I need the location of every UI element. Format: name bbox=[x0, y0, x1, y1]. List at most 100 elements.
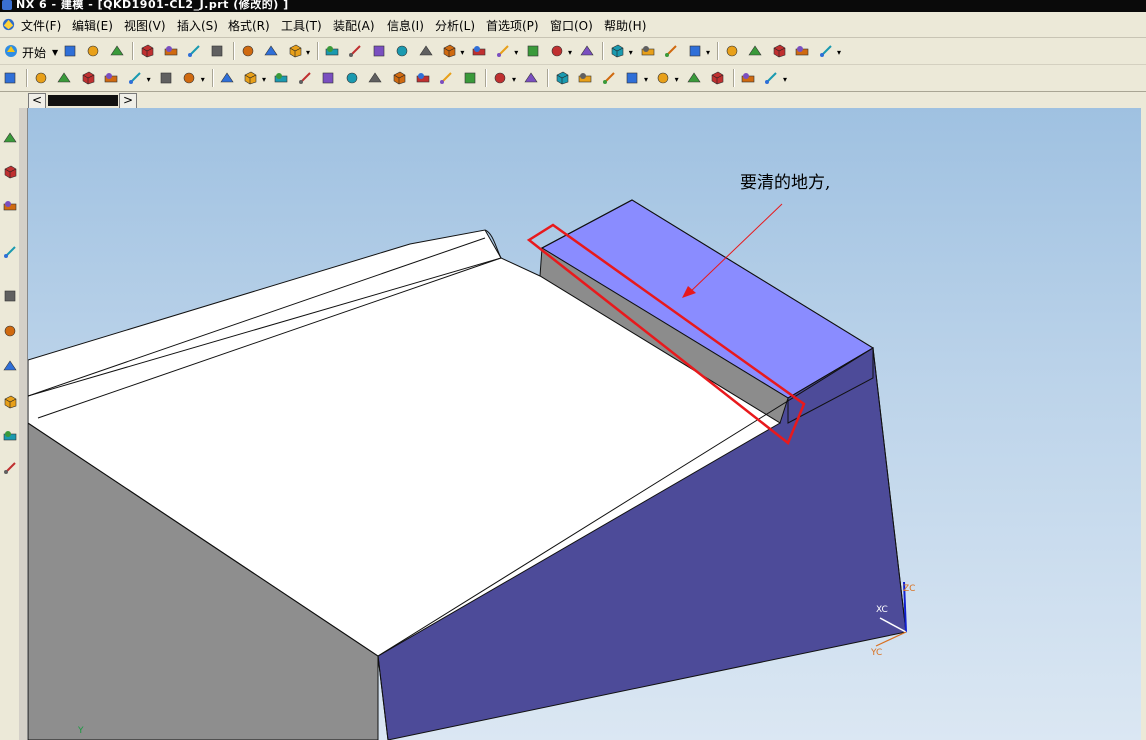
menu-tools[interactable]: 工具(T) bbox=[281, 17, 322, 34]
boolean-icon[interactable] bbox=[365, 68, 385, 88]
part-tab[interactable] bbox=[48, 95, 118, 106]
spline-icon[interactable] bbox=[521, 68, 541, 88]
menu-information[interactable]: 信息(I) bbox=[387, 17, 424, 34]
point-set-icon[interactable] bbox=[575, 68, 595, 88]
menu-preferences[interactable]: 首选项(P) bbox=[486, 17, 539, 34]
shell-icon[interactable] bbox=[217, 68, 237, 88]
view-orient-icon[interactable] bbox=[547, 41, 567, 61]
sketch-icon[interactable] bbox=[552, 68, 572, 88]
dropdown-arrow-icon[interactable]: ▾ bbox=[675, 75, 679, 84]
vector-icon[interactable] bbox=[661, 41, 681, 61]
dropdown-arrow-icon[interactable]: ▾ bbox=[706, 48, 710, 57]
snap-icon[interactable] bbox=[638, 41, 658, 61]
menu-file[interactable]: 文件(F) bbox=[21, 17, 61, 34]
revolve-icon[interactable] bbox=[54, 68, 74, 88]
zoom-window-icon[interactable] bbox=[345, 41, 365, 61]
menu-edit[interactable]: 编辑(E) bbox=[72, 17, 113, 34]
trim-icon[interactable] bbox=[318, 68, 338, 88]
dropdown-arrow-icon[interactable]: ▾ bbox=[783, 75, 787, 84]
thicken-icon[interactable] bbox=[436, 68, 456, 88]
menu-insert[interactable]: 插入(S) bbox=[177, 17, 218, 34]
studio-icon[interactable] bbox=[707, 68, 727, 88]
render-style-icon[interactable] bbox=[493, 41, 513, 61]
tab-scroll-right-button[interactable]: > bbox=[119, 93, 137, 109]
curve-icon[interactable] bbox=[490, 68, 510, 88]
boss-icon[interactable] bbox=[101, 68, 121, 88]
pattern-icon[interactable] bbox=[271, 68, 291, 88]
select-icon[interactable] bbox=[722, 41, 742, 61]
menu-analysis[interactable]: 分析(L) bbox=[435, 17, 475, 34]
sweep-icon[interactable] bbox=[460, 68, 480, 88]
feature-icon[interactable] bbox=[0, 68, 20, 88]
resource-bar-divider[interactable] bbox=[19, 108, 28, 740]
transform-icon[interactable] bbox=[738, 68, 758, 88]
menu-format[interactable]: 格式(R) bbox=[228, 17, 270, 34]
dropdown-arrow-icon[interactable]: ▾ bbox=[201, 75, 205, 84]
dropdown-arrow-icon[interactable]: ▾ bbox=[514, 48, 518, 57]
measure-icon[interactable] bbox=[792, 41, 812, 61]
repeat-command-icon[interactable] bbox=[261, 41, 281, 61]
reuse-library-icon[interactable] bbox=[1, 240, 18, 264]
dropdown-arrow-icon[interactable]: ▾ bbox=[512, 75, 516, 84]
constraint-navigator-icon[interactable] bbox=[1, 194, 18, 218]
start-icon[interactable] bbox=[1, 41, 21, 61]
dropdown-arrow-icon[interactable]: ▾ bbox=[262, 75, 266, 84]
cut-icon[interactable] bbox=[137, 41, 157, 61]
start-label[interactable]: 开始 bbox=[22, 44, 46, 61]
split-icon[interactable] bbox=[342, 68, 362, 88]
section-icon[interactable] bbox=[523, 41, 543, 61]
start-dropdown-icon[interactable]: ▼ bbox=[52, 48, 58, 57]
dropdown-arrow-icon[interactable]: ▾ bbox=[147, 75, 151, 84]
rotate-icon[interactable] bbox=[392, 41, 412, 61]
dropdown-arrow-icon[interactable]: ▾ bbox=[644, 75, 648, 84]
undo-icon[interactable] bbox=[207, 41, 227, 61]
copy-icon[interactable] bbox=[161, 41, 181, 61]
dropdown-arrow-icon[interactable]: ▾ bbox=[837, 48, 841, 57]
new-icon[interactable] bbox=[60, 41, 80, 61]
datum-icon[interactable] bbox=[816, 41, 836, 61]
graphics-viewport[interactable]: 要清的地方, ZC XC YC Y bbox=[28, 108, 1146, 740]
surface-icon[interactable] bbox=[599, 68, 619, 88]
dropdown-arrow-icon[interactable]: ▾ bbox=[629, 48, 633, 57]
extrude-icon[interactable] bbox=[31, 68, 51, 88]
menu-assembly[interactable]: 装配(A) bbox=[333, 17, 375, 34]
system-materials-icon[interactable] bbox=[1, 424, 18, 448]
web-browser-icon[interactable] bbox=[1, 456, 18, 480]
perspective-icon[interactable] bbox=[439, 41, 459, 61]
hole-icon[interactable] bbox=[78, 68, 98, 88]
zoom-icon[interactable] bbox=[369, 41, 389, 61]
tab-scroll-left-button[interactable]: < bbox=[28, 93, 46, 109]
direction-icon[interactable] bbox=[685, 41, 705, 61]
bounded-plane-icon[interactable] bbox=[684, 68, 704, 88]
arc-icon[interactable] bbox=[769, 41, 789, 61]
chamfer-icon[interactable] bbox=[179, 68, 199, 88]
palette-icon[interactable] bbox=[1, 354, 18, 378]
roles-icon[interactable] bbox=[1, 390, 18, 414]
dropdown-arrow-icon[interactable]: ▾ bbox=[306, 48, 310, 57]
draft-icon[interactable] bbox=[240, 68, 260, 88]
dropdown-arrow-icon[interactable]: ▾ bbox=[568, 48, 572, 57]
paste-icon[interactable] bbox=[184, 41, 204, 61]
open-icon[interactable] bbox=[83, 41, 103, 61]
offset-icon[interactable] bbox=[413, 68, 433, 88]
menu-view[interactable]: 视图(V) bbox=[124, 17, 166, 34]
pan-icon[interactable] bbox=[416, 41, 436, 61]
through-curves-icon[interactable] bbox=[653, 68, 673, 88]
part-navigator-icon[interactable] bbox=[1, 126, 18, 150]
hd3d-icon[interactable] bbox=[1, 319, 18, 343]
redo-icon[interactable] bbox=[238, 41, 258, 61]
shaded-icon[interactable] bbox=[469, 41, 489, 61]
menu-window[interactable]: 窗口(O) bbox=[550, 17, 593, 34]
analysis-icon[interactable] bbox=[761, 68, 781, 88]
sew-icon[interactable] bbox=[389, 68, 409, 88]
blend-icon[interactable] bbox=[156, 68, 176, 88]
selection-filter-icon[interactable] bbox=[285, 41, 305, 61]
assembly-navigator-icon[interactable] bbox=[1, 160, 18, 184]
history-icon[interactable] bbox=[1, 284, 18, 308]
wcs-icon[interactable] bbox=[577, 41, 597, 61]
mirror-icon[interactable] bbox=[295, 68, 315, 88]
dropdown-arrow-icon[interactable]: ▾ bbox=[460, 48, 464, 57]
nx-app-icon[interactable] bbox=[1, 17, 16, 32]
save-icon[interactable] bbox=[107, 41, 127, 61]
point-icon[interactable] bbox=[607, 41, 627, 61]
